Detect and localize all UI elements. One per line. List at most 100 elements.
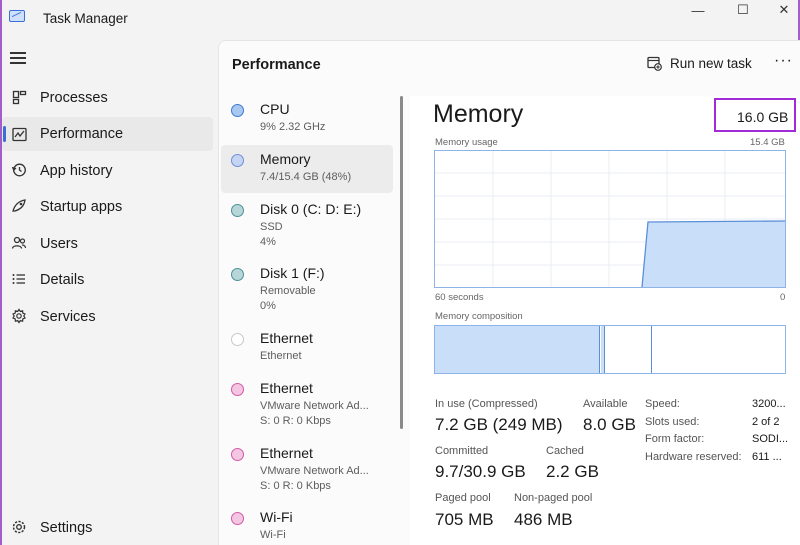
wifi-color-dot [231, 512, 244, 525]
available-label: Available [583, 398, 628, 410]
resource-name: Memory [260, 151, 311, 167]
resource-detail: VMware Network Ad... [260, 400, 369, 412]
sidebar-item-startup-apps[interactable]: Startup apps [2, 190, 213, 224]
resource-item-ethernet-vmware-1[interactable]: Ethernet VMware Network Ad... S: 0 R: 0 … [221, 374, 393, 432]
time-axis-zero: 0 [780, 292, 786, 303]
committed-label: Committed [435, 445, 489, 457]
sidebar-item-label: Settings [40, 520, 93, 536]
resource-name: Disk 0 (C: D: E:) [260, 201, 362, 217]
processes-icon [11, 89, 27, 105]
spec-label: Speed: [645, 398, 680, 410]
memory-total: 16.0 GB [737, 109, 789, 125]
resource-detail: SSD [260, 221, 283, 233]
ethernet-color-dot [231, 448, 244, 461]
resource-detail: 9% 2.32 GHz [260, 121, 326, 133]
resource-detail: Wi-Fi [260, 529, 286, 541]
time-span-label: 60 seconds [435, 292, 484, 303]
committed-value: 9.7/30.9 GB [435, 462, 526, 481]
resource-name: Wi-Fi [260, 509, 293, 525]
resource-name: CPU [260, 101, 290, 117]
in-use-value: 7.2 GB (249 MB) [435, 415, 563, 434]
spec-value: 611 ... [752, 451, 782, 463]
spec-label: Hardware reserved: [645, 451, 742, 463]
run-task-icon [647, 56, 662, 71]
resource-name: Disk 1 (F:) [260, 265, 325, 281]
resource-item-ethernet-vmware-2[interactable]: Ethernet VMware Network Ad... S: 0 R: 0 … [221, 439, 393, 497]
cached-label: Cached [546, 445, 584, 457]
resource-item-disk-1[interactable]: Disk 1 (F:) Removable 0% [221, 259, 393, 317]
in-use-segment [435, 326, 600, 373]
memory-usage-max: 15.4 GB [750, 137, 785, 148]
ethernet-color-dot [231, 333, 244, 346]
close-button[interactable]: ✕ [762, 0, 800, 20]
sidebar-item-label: Performance [40, 126, 124, 142]
minimize-button[interactable]: — [676, 0, 720, 20]
resource-detail: Ethernet [260, 350, 302, 362]
services-icon [11, 308, 27, 324]
run-new-task-button[interactable]: Run new task [647, 52, 752, 74]
resource-item-memory[interactable]: Memory 7.4/15.4 GB (48%) [221, 145, 393, 193]
startup-apps-icon [11, 198, 27, 214]
sidebar-item-label: Details [40, 272, 85, 288]
resource-list-scrollbar[interactable] [400, 96, 403, 429]
memory-composition-bar [434, 325, 786, 374]
resource-detail: Removable [260, 285, 316, 297]
cpu-color-dot [231, 104, 244, 117]
sidebar-item-performance[interactable]: Performance [2, 117, 213, 151]
sidebar-item-label: App history [40, 163, 113, 179]
in-use-label: In use (Compressed) [435, 398, 538, 410]
resource-throughput: S: 0 R: 0 Kbps [260, 480, 331, 492]
maximize-button[interactable]: ☐ [721, 0, 765, 20]
gear-icon [11, 519, 27, 535]
window-title: Task Manager [43, 11, 128, 26]
memory-color-dot [231, 154, 244, 167]
paged-pool-value: 705 MB [435, 510, 494, 529]
sidebar-item-label: Startup apps [40, 199, 123, 215]
spec-label: Slots used: [645, 416, 700, 428]
paged-pool-label: Paged pool [435, 492, 491, 504]
details-icon [11, 271, 27, 287]
sidebar-item-services[interactable]: Services [2, 300, 213, 334]
disk-color-dot [231, 268, 244, 281]
resource-item-disk-0[interactable]: Disk 0 (C: D: E:) SSD 4% [221, 195, 393, 253]
resource-name: Ethernet [260, 380, 313, 396]
standby-divider [651, 326, 652, 373]
page-title: Performance [232, 57, 321, 73]
available-value: 8.0 GB [583, 415, 636, 434]
sidebar-item-label: Services [40, 309, 96, 325]
sidebar-item-settings[interactable]: Settings [2, 511, 213, 545]
active-indicator [3, 126, 6, 142]
resource-name: Ethernet [260, 445, 313, 461]
cached-value: 2.2 GB [546, 462, 599, 481]
memory-composition-label: Memory composition [435, 311, 523, 322]
app-history-icon [11, 162, 27, 178]
resource-item-wifi[interactable]: Wi-Fi Wi-Fi [221, 503, 393, 545]
spec-value: SODI... [752, 433, 789, 445]
sidebar-item-users[interactable]: Users [2, 227, 213, 261]
spec-value: 3200... [752, 398, 786, 410]
non-paged-pool-label: Non-paged pool [514, 492, 593, 504]
users-icon [11, 235, 27, 251]
sidebar-item-label: Users [40, 236, 78, 252]
sidebar-item-label: Processes [40, 90, 108, 106]
non-paged-pool-value: 486 MB [514, 510, 573, 529]
resource-throughput: S: 0 R: 0 Kbps [260, 415, 331, 427]
resource-detail: 7.4/15.4 GB (48%) [260, 171, 352, 183]
performance-icon [11, 126, 27, 142]
memory-title: Memory [433, 100, 524, 128]
sidebar-item-details[interactable]: Details [2, 263, 213, 297]
hamburger-menu-icon[interactable] [10, 52, 26, 66]
sidebar-item-processes[interactable]: Processes [2, 81, 213, 115]
ethernet-color-dot [231, 383, 244, 396]
resource-usage: 4% [260, 236, 276, 248]
resource-detail: VMware Network Ad... [260, 465, 369, 477]
spec-value: 2 of 2 [752, 416, 780, 428]
modified-segment [601, 326, 605, 373]
resource-item-cpu[interactable]: CPU 9% 2.32 GHz [221, 95, 393, 145]
more-options-button[interactable]: ··· [774, 52, 793, 70]
disk-color-dot [231, 204, 244, 217]
sidebar-item-app-history[interactable]: App history [2, 154, 213, 188]
spec-label: Form factor: [645, 433, 705, 445]
resource-item-ethernet[interactable]: Ethernet Ethernet [221, 324, 393, 370]
memory-usage-chart [434, 150, 786, 288]
